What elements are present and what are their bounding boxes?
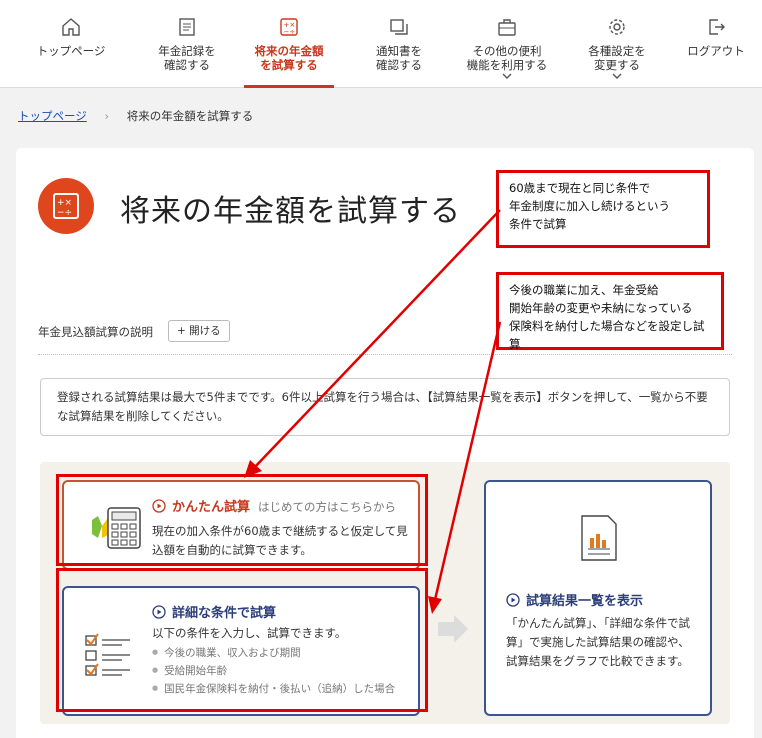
breadcrumb-separator: ›: [104, 109, 110, 123]
annotation-highlight-easy: [56, 474, 428, 566]
svg-text:−÷: −÷: [284, 28, 296, 36]
notice-box: 登録される試算結果は最大で5件までです。6件以上試算を行う場合は、【試算結果一覧…: [40, 378, 730, 436]
documents-icon: [390, 19, 408, 35]
annotation-highlight-detailed: [56, 568, 428, 712]
annotation-note-easy: 60歳まで現在と同じ条件で 年金制度に加入し続けるという 条件で試算: [496, 170, 710, 248]
ledger-icon: [179, 18, 195, 36]
results-list-button[interactable]: 試算結果一覧を表示 「かんたん試算」、「詳細な条件で試算」で実施した試算結果の確…: [484, 480, 712, 716]
nav-item-settings[interactable]: 各種設定を 変更する: [564, 0, 670, 88]
toolbox-icon: [498, 19, 516, 36]
nav-item-estimate[interactable]: +× −÷ 将来の年金額 を試算する: [236, 0, 342, 88]
calculator-icon: +× −÷: [38, 178, 94, 234]
nav-item-logout[interactable]: ログアウト: [670, 0, 762, 88]
breadcrumb-home-link[interactable]: トップページ: [18, 109, 87, 123]
results-list-desc: 「かんたん試算」、「詳細な条件で試算」で実施した試算結果の確認や、試算結果をグラ…: [506, 616, 690, 668]
arrow-right-icon: [438, 615, 468, 643]
results-list-title: 試算結果一覧を表示: [526, 594, 644, 609]
home-icon: [62, 18, 80, 36]
page-title: 将来の年金額を試算する: [120, 194, 461, 229]
chevron-down-icon: [612, 73, 622, 79]
nav-item-other-features[interactable]: その他の便利 機能を利用する: [454, 0, 560, 88]
report-chart-icon: [581, 515, 617, 561]
annotation-note-detailed: 今後の職業に加え、年金受給 開始年齢の変更や未納になっている 保険料を納付した場…: [496, 272, 724, 351]
nav-item-notices[interactable]: 通知書を 確認する: [346, 0, 452, 88]
nav-item-records[interactable]: 年金記録を 確認する: [134, 0, 240, 88]
explanation-label: 年金見込額試算の説明: [38, 325, 153, 339]
open-explanation-button[interactable]: + 開ける: [168, 320, 230, 342]
breadcrumb: トップページ › 将来の年金額を試算する: [18, 108, 253, 124]
logout-icon: [709, 19, 725, 35]
breadcrumb-current: 将来の年金額を試算する: [126, 109, 254, 123]
svg-text:−÷: −÷: [57, 208, 72, 218]
divider: [38, 354, 732, 355]
nav-item-home[interactable]: トップページ: [18, 0, 124, 88]
calculator-icon: +×−÷: [280, 18, 298, 36]
top-nav: トップページ 年金記録を 確認する +× −÷ 将来の年金額 を試算する 通知書を…: [0, 0, 762, 88]
svg-text:+×: +×: [57, 198, 72, 208]
gear-icon: [609, 19, 625, 35]
chevron-down-icon: [502, 73, 512, 79]
play-circle-icon: [506, 593, 520, 607]
